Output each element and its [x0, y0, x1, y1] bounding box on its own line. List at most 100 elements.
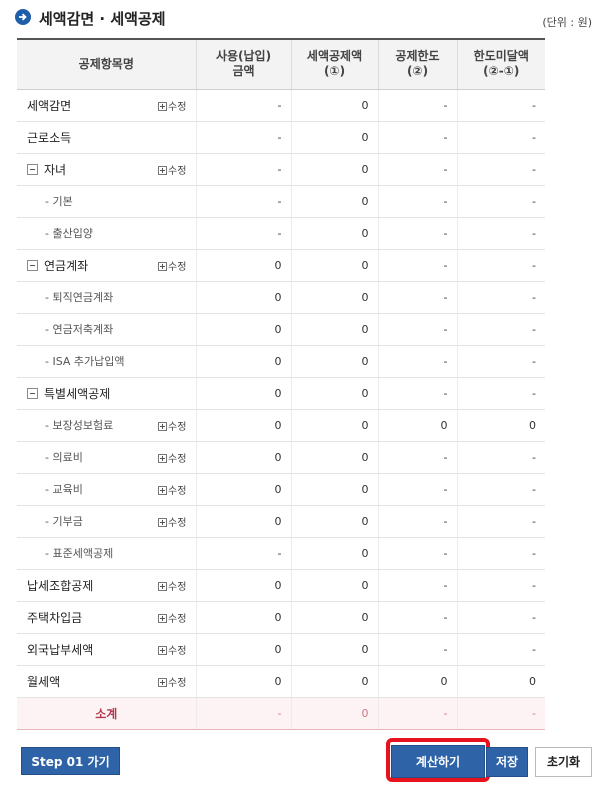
deduct-amount: 0	[290, 377, 379, 410]
collapse-toggle-icon[interactable]	[27, 163, 38, 175]
edit-cell: 수정	[156, 633, 197, 666]
table-row: 자녀 수정 -0- -	[17, 153, 546, 186]
row-label[interactable]: 연금계좌	[17, 249, 156, 282]
table-row: 월세액 수정 0 0 0 0	[17, 665, 546, 698]
table-row: 주택차입금 수정 0 0- -	[17, 601, 546, 634]
edit-cell	[156, 217, 197, 250]
deduct-amount: 0	[290, 665, 379, 698]
shortfall-amount: -	[456, 345, 546, 378]
used-amount: 0	[195, 249, 292, 282]
deduct-amount: 0	[290, 121, 379, 154]
shortfall-amount: 0	[456, 409, 546, 442]
edit-button[interactable]: 수정	[158, 165, 186, 177]
limit-amount: 0	[377, 409, 458, 442]
row-label: - ISA 추가납입액	[17, 345, 156, 378]
section-title: 세액감면 · 세액공제	[39, 10, 166, 28]
collapse-toggle-icon[interactable]	[27, 259, 38, 271]
column-header-deduct: 세액공제액 (①)	[290, 38, 379, 90]
limit-amount: -	[377, 569, 458, 602]
edit-button[interactable]: 수정	[158, 261, 186, 273]
limit-amount: -	[377, 505, 458, 538]
limit-amount: -	[377, 249, 458, 282]
collapse-toggle-icon[interactable]	[27, 387, 38, 399]
edit-button[interactable]: 수정	[158, 645, 186, 657]
plus-box-icon	[158, 421, 167, 431]
column-header-shortfall: 한도미달액 (②-①)	[456, 38, 546, 90]
edit-button[interactable]: 수정	[158, 677, 186, 689]
deduct-amount: 0	[290, 505, 379, 538]
shortfall-amount: -	[456, 505, 546, 538]
plus-box-icon	[158, 165, 167, 175]
table-row: - 기부금 수정 0 0- -	[17, 505, 546, 538]
edit-cell: 수정	[156, 441, 197, 474]
subtotal-label: 소계	[17, 697, 197, 730]
subtotal-used: -	[195, 697, 292, 730]
edit-cell: 수정	[156, 601, 197, 634]
row-label: 월세액	[17, 665, 156, 698]
edit-button[interactable]: 수정	[158, 453, 186, 465]
subtotal-shortfall: -	[456, 697, 546, 730]
edit-button[interactable]: 수정	[158, 101, 186, 113]
shortfall-amount: -	[456, 441, 546, 474]
deduct-amount: 0	[290, 185, 379, 218]
edit-cell: 수정	[156, 569, 197, 602]
plus-box-icon	[158, 261, 167, 271]
column-header-limit: 공제한도 (②)	[377, 38, 458, 90]
table-row: - 의료비 수정 0 0- -	[17, 441, 546, 474]
edit-button[interactable]: 수정	[158, 517, 186, 529]
shortfall-amount: -	[456, 601, 546, 634]
deduct-amount: 0	[290, 601, 379, 634]
limit-amount: -	[377, 185, 458, 218]
limit-amount: -	[377, 121, 458, 154]
row-label[interactable]: 특별세액공제	[17, 377, 156, 410]
shortfall-amount: -	[456, 249, 546, 282]
edit-cell	[156, 537, 197, 570]
subtotal-limit: -	[377, 697, 458, 730]
edit-button[interactable]: 수정	[158, 485, 186, 497]
shortfall-amount: 0	[456, 665, 546, 698]
used-amount: 0	[195, 409, 292, 442]
used-amount: 0	[195, 633, 292, 666]
section-header: 세액감면 · 세액공제 (단위 : 원)	[15, 8, 592, 30]
used-amount: 0	[195, 473, 292, 506]
reset-button[interactable]: 초기화	[535, 747, 592, 777]
table-header-row: 공제항목명 사용(납입) 금액 세액공제액 (①) 공제한도 (②) 한도미달액 (②-…	[17, 38, 546, 90]
edit-button[interactable]: 수정	[158, 581, 186, 593]
row-label: - 기본	[17, 185, 156, 218]
edit-button[interactable]: 수정	[158, 613, 186, 625]
table-row: - 출산입양 -0- -	[17, 217, 546, 250]
table-row: - 교육비 수정 0 0- -	[17, 473, 546, 506]
step01-button[interactable]: Step 01 가기	[21, 747, 120, 775]
row-label: - 의료비	[17, 441, 156, 474]
deduct-amount: 0	[290, 249, 379, 282]
used-amount: -	[195, 121, 292, 154]
save-button[interactable]: 저장	[486, 747, 528, 777]
deduct-amount: 0	[290, 153, 379, 186]
used-amount: 0	[195, 377, 292, 410]
used-amount: 0	[195, 441, 292, 474]
row-label: - 보장성보험료	[17, 409, 156, 442]
table-row: 연금계좌 수정 0 0- -	[17, 249, 546, 282]
edit-cell: 수정	[156, 505, 197, 538]
deduct-amount: 0	[290, 569, 379, 602]
limit-amount: -	[377, 441, 458, 474]
column-header-used: 사용(납입) 금액	[195, 38, 292, 90]
deduct-amount: 0	[290, 313, 379, 346]
shortfall-amount: -	[456, 473, 546, 506]
edit-button[interactable]: 수정	[158, 421, 186, 433]
row-label: - 퇴직연금계좌	[17, 281, 156, 314]
plus-box-icon	[158, 517, 167, 527]
row-label[interactable]: 자녀	[17, 153, 156, 186]
used-amount: 0	[195, 345, 292, 378]
limit-amount: -	[377, 89, 458, 122]
edit-cell: 수정	[156, 153, 197, 186]
table-row: 특별세액공제 0 0- -	[17, 377, 546, 410]
limit-amount: -	[377, 601, 458, 634]
edit-cell	[156, 345, 197, 378]
deduct-amount: 0	[290, 537, 379, 570]
edit-cell	[156, 313, 197, 346]
used-amount: -	[195, 153, 292, 186]
deduct-amount: 0	[290, 633, 379, 666]
limit-amount: -	[377, 313, 458, 346]
shortfall-amount: -	[456, 281, 546, 314]
